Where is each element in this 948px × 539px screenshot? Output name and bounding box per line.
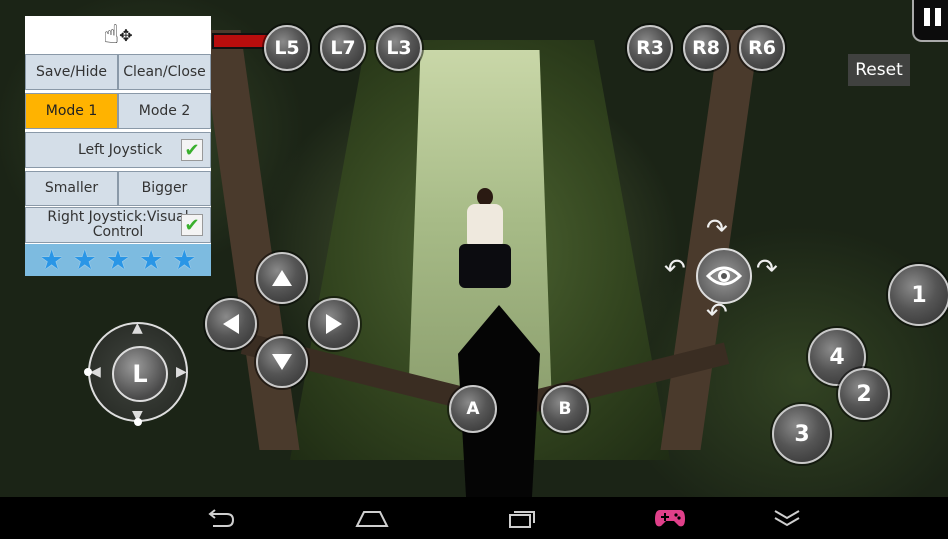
home-icon[interactable] [350, 497, 394, 539]
game-screen: L5 L7 L3 R3 R8 R6 Reset ☝ ✥ Save/Hide Cle… [0, 0, 948, 539]
left-joystick-checkbox[interactable]: ✔ [181, 139, 203, 161]
navigation-bar [0, 497, 948, 539]
l7-button[interactable]: L7 [320, 25, 366, 71]
left-joystick-label: Left Joystick [78, 141, 163, 158]
chevron-down-icon[interactable] [765, 497, 809, 539]
rotate-left-icon[interactable]: ↶ [664, 254, 686, 284]
arrow-up-icon: ▲ [132, 320, 143, 336]
recents-icon [509, 511, 535, 528]
controls-settings-panel: ☝ ✥ Save/Hide Clean/Close Mode 1 Mode 2 L… [25, 16, 211, 276]
star-icon[interactable]: ★ [39, 245, 63, 276]
joystick-dot [84, 368, 92, 376]
dpad-up-button[interactable] [256, 252, 308, 304]
star-icon[interactable]: ★ [139, 245, 163, 276]
gamepad-icon[interactable] [648, 497, 692, 539]
player-character [455, 188, 515, 293]
button-1[interactable]: 1 [888, 264, 948, 326]
star-icon[interactable]: ★ [73, 245, 97, 276]
eye-icon [706, 266, 742, 286]
joystick-dot [134, 418, 142, 426]
a-button[interactable]: A [449, 385, 497, 433]
right-joystick-label-line2: Control [92, 224, 144, 240]
button-3[interactable]: 3 [772, 404, 832, 464]
reset-button[interactable]: Reset [848, 54, 910, 86]
hand-move-icon[interactable]: ☝ ✥ [25, 16, 211, 54]
home-icon [355, 511, 389, 527]
gamepad-icon [655, 510, 685, 527]
dpad-right-button[interactable] [308, 298, 360, 350]
r8-button[interactable]: R8 [683, 25, 729, 71]
rating-stars[interactable]: ★ ★ ★ ★ ★ [25, 244, 211, 276]
left-joystick-knob[interactable]: L [112, 346, 168, 402]
pause-button[interactable] [912, 0, 948, 42]
mode-1-button[interactable]: Mode 1 [25, 93, 118, 129]
save-hide-button[interactable]: Save/Hide [25, 54, 118, 90]
chevron-down-icon [774, 510, 800, 527]
l3-button[interactable]: L3 [376, 25, 422, 71]
b-button[interactable]: B [541, 385, 589, 433]
right-joystick-checkbox[interactable]: ✔ [181, 214, 203, 236]
smaller-button[interactable]: Smaller [25, 171, 118, 206]
right-joystick-label-line1: Right Joystick:Visual [47, 209, 189, 225]
r3-button[interactable]: R3 [627, 25, 673, 71]
l5-button[interactable]: L5 [264, 25, 310, 71]
clean-close-button[interactable]: Clean/Close [118, 54, 211, 90]
rotate-right-icon[interactable]: ↷ [756, 254, 778, 284]
dpad-down-button[interactable] [256, 336, 308, 388]
arrow-down-icon [272, 354, 292, 370]
back-icon[interactable] [198, 497, 242, 539]
arrow-up-icon [272, 270, 292, 286]
recents-icon[interactable] [500, 497, 544, 539]
mode-2-button[interactable]: Mode 2 [118, 93, 211, 129]
eye-icon[interactable] [696, 248, 752, 304]
star-icon[interactable]: ★ [106, 245, 130, 276]
rotate-up-icon[interactable]: ↷ [706, 214, 728, 244]
button-2[interactable]: 2 [838, 368, 890, 420]
r6-button[interactable]: R6 [739, 25, 785, 71]
dpad-left-button[interactable] [205, 298, 257, 350]
star-icon[interactable]: ★ [172, 245, 196, 276]
back-icon [208, 509, 235, 527]
arrow-right-icon: ▶ [176, 364, 187, 380]
arrow-left-icon [223, 314, 239, 334]
arrow-right-icon [326, 314, 342, 334]
bigger-button[interactable]: Bigger [118, 171, 211, 206]
